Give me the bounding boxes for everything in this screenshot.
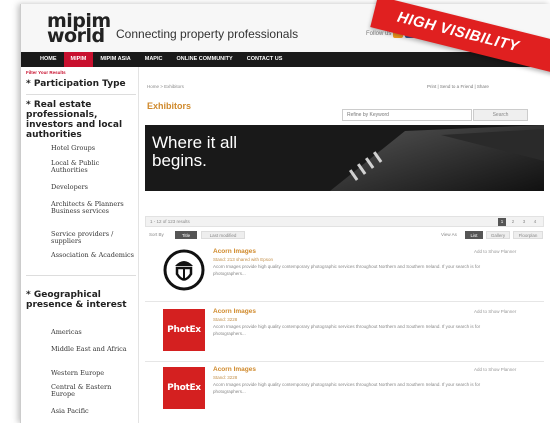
exhibitor-name[interactable]: Acorn Images — [213, 308, 256, 315]
nav-item-home[interactable]: HOME — [33, 52, 64, 67]
page-numbers: 1 2 3 4 — [498, 218, 539, 226]
exhibitor-stand: Stand: 3228 — [213, 375, 238, 380]
logo-line-2: world — [47, 25, 105, 47]
nav-item-contact-us[interactable]: CONTACT US — [240, 52, 290, 67]
divider — [145, 301, 544, 302]
sort-label: Sort By — [149, 232, 164, 237]
filter-central-eastern-europe[interactable]: Central & Eastern Europe — [51, 384, 136, 397]
filter-service-providers[interactable]: Service providers / suppliers — [51, 231, 136, 244]
real-estate-heading[interactable]: * Real estate professionals, investors a… — [26, 100, 138, 140]
view-as-label: View As — [441, 232, 457, 237]
sort-title-button[interactable]: Title — [175, 231, 197, 239]
site-tagline: Connecting property professionals — [116, 27, 299, 41]
main-content: Home > Exhibitors Print | Send to a Frie… — [139, 67, 550, 423]
exhibitor-description: Acorn Images provide high quality contem… — [213, 382, 481, 394]
divider — [26, 94, 136, 95]
nav-item-mipim[interactable]: MIPIM — [63, 52, 94, 67]
exhibitor-stand: Stand: 213 shared with Epson — [213, 257, 274, 262]
filter-association-academics[interactable]: Association & Academics — [51, 252, 136, 259]
nav-item-mapic[interactable]: MAPIC — [138, 52, 170, 67]
filter-architects-planners[interactable]: Architects & Planners Business services — [51, 201, 136, 214]
page-3[interactable]: 3 — [520, 218, 528, 226]
exhibitor-row[interactable]: Acorn Images Stand: 213 shared with Epso… — [145, 245, 544, 303]
exhibitor-description: Acorn Images provide high quality contem… — [213, 264, 481, 276]
filter-americas[interactable]: Americas — [51, 329, 136, 336]
acorn-logo-icon — [163, 249, 205, 291]
view-list-button[interactable]: List — [465, 231, 483, 239]
filter-western-europe[interactable]: Western Europe — [51, 370, 136, 377]
main-nav: HOME MIPIM MIPIM ASIA MAPIC ONLINE COMMU… — [21, 52, 550, 67]
page-2[interactable]: 2 — [509, 218, 517, 226]
sort-view-bar: Sort By Title Last modified View As List… — [145, 230, 544, 240]
exhibitor-name[interactable]: Acorn Images — [213, 248, 256, 255]
filter-asia-pacific[interactable]: Asia Pacific — [51, 408, 136, 415]
exhibitor-name[interactable]: Acorn Images — [213, 366, 256, 373]
page-1[interactable]: 1 — [498, 218, 506, 226]
add-to-planner-link[interactable]: Add to Show Planner — [474, 249, 516, 254]
breadcrumb[interactable]: Home > Exhibitors — [147, 84, 184, 89]
browser-page: mipim world Connecting property professi… — [20, 4, 550, 423]
add-to-planner-link[interactable]: Add to Show Planner — [474, 367, 516, 372]
page-title: Exhibitors — [147, 101, 192, 111]
mipim-world-logo[interactable]: mipim world — [47, 12, 111, 47]
filter-middle-east-africa[interactable]: Middle East and Africa — [51, 346, 136, 353]
results-count: 1 - 12 of 123 results — [150, 219, 190, 224]
filter-sidebar: Filter Your Results * Participation Type… — [21, 67, 139, 423]
add-to-planner-link[interactable]: Add to Show Planner — [474, 309, 516, 314]
geographical-heading[interactable]: * Geographical presence & interest — [26, 290, 138, 310]
divider — [26, 275, 136, 276]
piano-image — [330, 125, 544, 191]
results-pager: 1 - 12 of 123 results 1 2 3 4 — [145, 216, 544, 227]
exhibitor-description: Acorn Images provide high quality contem… — [213, 324, 481, 336]
nav-item-online-community[interactable]: ONLINE COMMUNITY — [169, 52, 239, 67]
screenshot-stage: mipim world Connecting property professi… — [0, 0, 550, 423]
page-tools[interactable]: Print | Send to a Friend | Share — [427, 84, 489, 89]
photex-logo: PhotEx — [163, 367, 205, 409]
filter-hotel-groups[interactable]: Hotel Groups — [51, 145, 136, 152]
nav-item-mipim-asia[interactable]: MIPIM ASIA — [93, 52, 137, 67]
filter-title: Filter Your Results — [26, 70, 66, 75]
follow-us-label: Follow us — [366, 31, 392, 37]
sort-last-modified-button[interactable]: Last modified — [201, 231, 245, 239]
exhibitor-stand: Stand: 3228 — [213, 317, 238, 322]
view-gallery-button[interactable]: Gallery — [486, 231, 510, 239]
participation-type-heading[interactable]: * Participation Type — [26, 79, 138, 89]
search-button[interactable]: Search — [473, 109, 528, 121]
filter-local-public-authorities[interactable]: Local & Public Authorities — [51, 160, 136, 173]
view-floorplan-button[interactable]: Floorplan — [513, 231, 543, 239]
divider — [145, 361, 544, 362]
page-4[interactable]: 4 — [531, 218, 539, 226]
keyword-search-input[interactable]: Refine by Keyword — [342, 109, 472, 121]
filter-developers[interactable]: Developers — [51, 184, 136, 191]
photex-logo: PhotEx — [163, 309, 205, 351]
hero-banner: Where it all begins. — [145, 125, 544, 191]
exhibitor-row[interactable]: PhotEx Acorn Images Stand: 3228 Acorn Im… — [145, 363, 544, 421]
exhibitor-row[interactable]: PhotEx Acorn Images Stand: 3228 Acorn Im… — [145, 305, 544, 363]
